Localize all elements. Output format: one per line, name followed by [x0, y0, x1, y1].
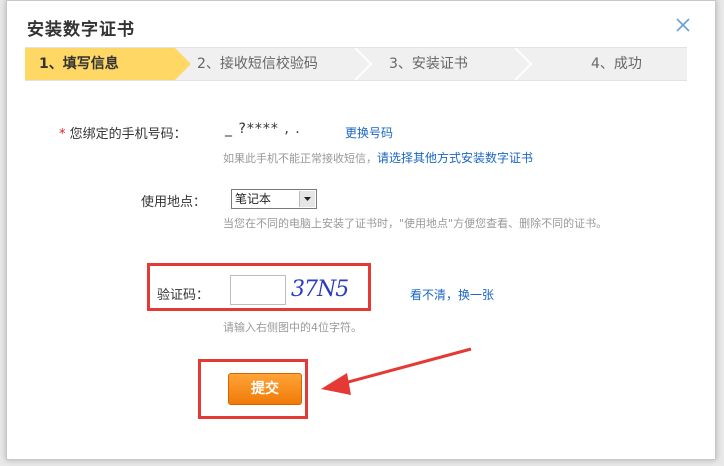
captcha-image: 37N5: [291, 277, 349, 302]
captcha-input[interactable]: [230, 275, 286, 305]
step-1-label: 1、填写信息: [39, 56, 119, 72]
location-select[interactable]: 笔记本: [231, 189, 317, 209]
close-icon[interactable]: [673, 15, 693, 35]
step-4-label: 4、成功: [591, 56, 642, 72]
step-3-chevron-icon: [515, 48, 533, 80]
install-certificate-dialog: 安装数字证书 1、填写信息 2、接收短信校验码 3、安装证书 4、成功 * 您绑…: [6, 0, 716, 460]
step-1-chevron-icon: [175, 48, 191, 80]
phone-hint-text: 如果此手机不能正常接收短信，: [223, 152, 377, 165]
refresh-captcha-link[interactable]: 看不清，换一张: [410, 286, 494, 303]
location-label: 使用地点：: [141, 195, 207, 210]
other-method-link[interactable]: 请选择其他方式安装数字证书: [377, 151, 533, 165]
phone-label-row: * 您绑定的手机号码：: [59, 123, 187, 142]
required-mark: *: [59, 127, 66, 142]
step-1-fill-info: 1、填写信息: [25, 48, 175, 80]
step-progress-bar: 1、填写信息 2、接收短信校验码 3、安装证书 4、成功: [25, 47, 687, 81]
change-number-link[interactable]: 更换号码: [345, 124, 393, 141]
step-3-label: 3、安装证书: [389, 56, 468, 72]
step-2-chevron-icon: [355, 48, 373, 80]
submit-button[interactable]: 提交: [228, 373, 302, 405]
chevron-down-icon: [299, 191, 315, 207]
step-2-label: 2、接收短信校验码: [197, 56, 318, 72]
phone-hint: 如果此手机不能正常接收短信，请选择其他方式安装数字证书: [223, 149, 533, 168]
location-hint: 当您在不同的电脑上安装了证书时，"使用地点"方便您查看、删除不同的证书。: [223, 217, 608, 230]
captcha-label: 验证码：: [157, 288, 210, 303]
step-2-receive-sms: 2、接收短信校验码: [197, 48, 318, 80]
captcha-hint: 请输入右侧图中的4位字符。: [223, 321, 362, 334]
masked-phone-number: _ ?**** , .: [225, 121, 301, 137]
phone-label: 您绑定的手机号码：: [69, 127, 187, 142]
dialog-title: 安装数字证书: [27, 20, 135, 40]
location-selected-value: 笔记本: [235, 192, 272, 206]
step-3-install-cert: 3、安装证书: [389, 48, 468, 80]
red-arrow-icon: [321, 347, 472, 395]
step-4-success: 4、成功: [591, 48, 642, 80]
